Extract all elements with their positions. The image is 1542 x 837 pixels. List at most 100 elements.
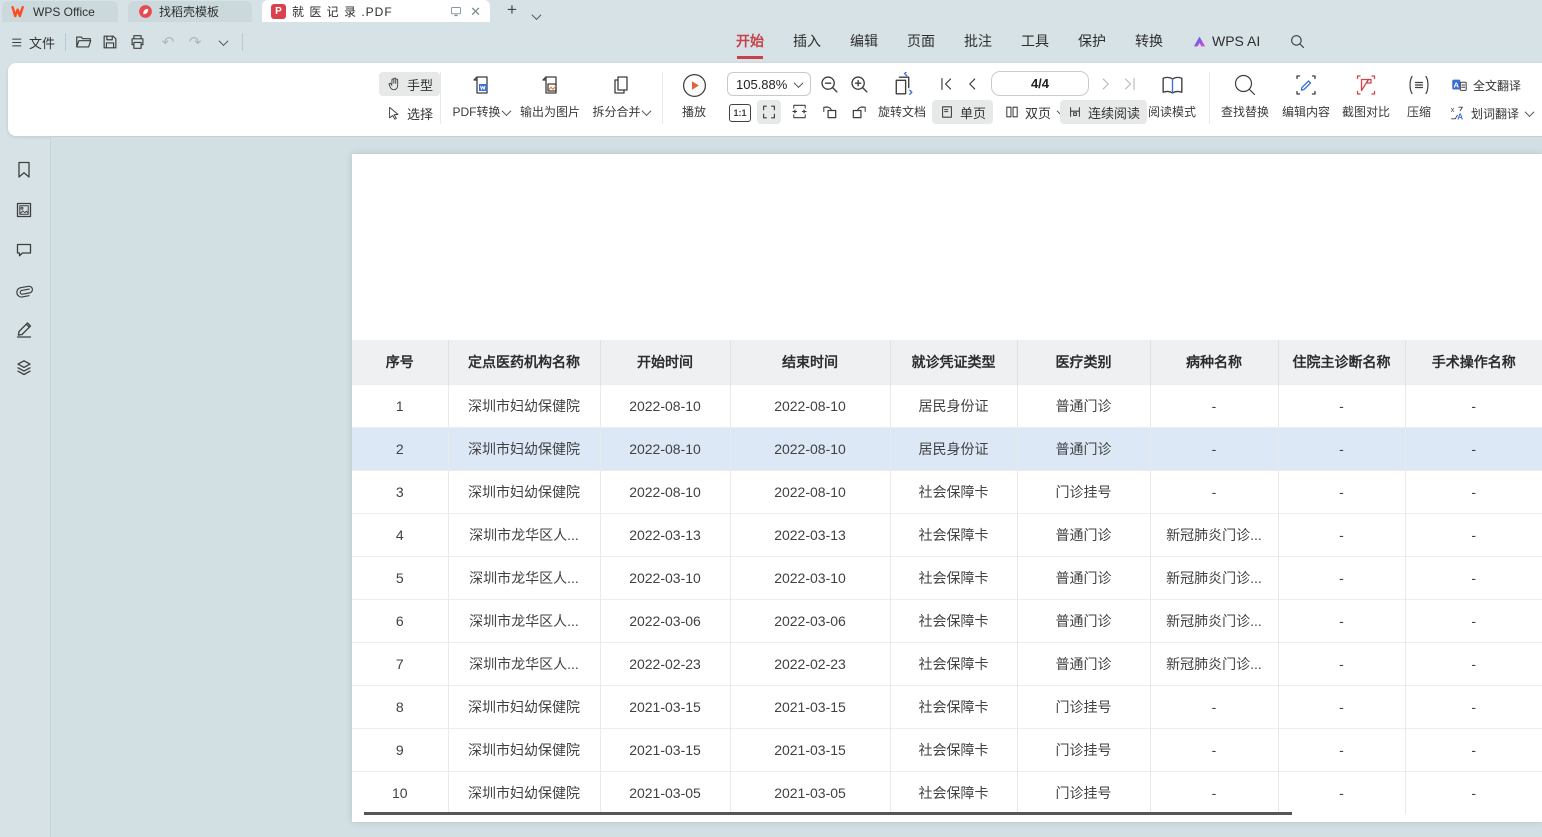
pdf-convert-icon <box>468 70 494 100</box>
table-cell: 2022-03-10 <box>600 557 730 600</box>
screenshot-compare-button[interactable]: 截图对比 <box>1338 70 1394 120</box>
table-cell: - <box>1405 686 1542 729</box>
menu-tab-5[interactable]: 工具 <box>1021 31 1049 51</box>
print-icon[interactable] <box>127 32 147 52</box>
menu-tab-7[interactable]: 转换 <box>1135 31 1163 51</box>
undo-icon[interactable]: ↶ <box>158 32 178 52</box>
next-page-icon[interactable] <box>1097 75 1115 93</box>
hand-tool-button[interactable]: 手型 <box>379 72 440 96</box>
menu-tab-1[interactable]: 插入 <box>793 31 821 51</box>
actual-size-button[interactable]: 1:1 <box>729 104 751 122</box>
previous-page-icon[interactable] <box>963 75 981 93</box>
wps-ai-button[interactable]: WPS AI <box>1192 33 1260 49</box>
attachment-icon[interactable] <box>14 280 34 300</box>
table-cell: 新冠肺炎门诊... <box>1150 600 1278 643</box>
tab-wps-office[interactable]: WPS Office <box>2 1 118 22</box>
page-number-input[interactable]: 4/4 <box>991 71 1089 96</box>
table-cell: 2 <box>352 428 448 471</box>
split-merge-button[interactable]: 拆分合并 <box>583 70 659 120</box>
reading-mode-icon <box>1159 70 1186 100</box>
play-button[interactable]: 播放 <box>672 70 716 120</box>
wps-logo-icon <box>11 4 27 20</box>
menu-tab-3[interactable]: 页面 <box>907 31 935 51</box>
fit-page-icon[interactable] <box>790 102 809 121</box>
menu-tab-6[interactable]: 保护 <box>1078 31 1106 51</box>
compress-button[interactable]: 压缩 <box>1398 70 1440 120</box>
table-cell: - <box>1150 686 1278 729</box>
save-icon[interactable] <box>100 32 120 52</box>
word-translate-button[interactable]: xA 划词翻译 <box>1444 101 1537 125</box>
table-cell: 2021-03-15 <box>600 729 730 772</box>
rotate-right-icon[interactable] <box>850 102 869 121</box>
export-image-button[interactable]: 输出为图片 <box>514 70 586 120</box>
reading-mode-button[interactable]: 阅读模式 <box>1143 70 1201 120</box>
table-cell: 2021-03-05 <box>730 772 890 815</box>
divider <box>242 33 243 51</box>
full-text-translate-icon: A <box>1450 76 1468 94</box>
zoom-out-icon[interactable] <box>819 74 840 95</box>
edit-content-icon <box>1293 70 1319 100</box>
table-header-cell: 定点医药机构名称 <box>448 340 600 385</box>
tab-list-chevron-icon[interactable] <box>531 7 540 25</box>
menu-tab-0[interactable]: 开始 <box>736 31 764 51</box>
tab-docer-templates[interactable]: 找稻壳模板 <box>128 1 252 22</box>
table-cell: 2022-08-10 <box>730 471 890 514</box>
table-cell: 新冠肺炎门诊... <box>1150 514 1278 557</box>
pdf-convert-button[interactable]: PDF转换 <box>448 70 514 120</box>
table-cell: 深圳市龙华区人... <box>448 643 600 686</box>
monitor-icon[interactable] <box>448 3 464 19</box>
table-cell: 2021-03-15 <box>730 686 890 729</box>
close-tab-icon[interactable]: ✕ <box>470 5 481 18</box>
first-page-icon[interactable] <box>937 75 955 93</box>
table-cell: - <box>1278 514 1405 557</box>
table-cell: 新冠肺炎门诊... <box>1150 643 1278 686</box>
svg-text:A: A <box>1457 112 1463 121</box>
signature-icon[interactable] <box>14 320 34 340</box>
chevron-down-icon <box>1525 107 1535 117</box>
single-page-button[interactable]: 单页 <box>932 100 993 124</box>
comment-icon[interactable] <box>14 240 34 260</box>
tab-document-active[interactable]: P 就 医 记 录 .PDF ✕ <box>262 0 490 22</box>
select-tool-button[interactable]: 选择 <box>379 101 440 125</box>
table-cell: 深圳市妇幼保健院 <box>448 686 600 729</box>
file-menu[interactable]: 文件 <box>10 33 55 52</box>
svg-text:A: A <box>1454 80 1460 89</box>
new-tab-button[interactable]: + <box>507 0 517 20</box>
redo-icon[interactable]: ↷ <box>185 32 205 52</box>
cursor-icon <box>386 105 402 121</box>
zoom-in-icon[interactable] <box>849 74 870 95</box>
table-cell: 10 <box>352 772 448 815</box>
zoom-level-dropdown[interactable]: 105.88% <box>727 72 811 96</box>
hamburger-icon <box>10 35 25 50</box>
fit-width-button[interactable] <box>757 100 781 124</box>
open-file-icon[interactable] <box>73 32 93 52</box>
table-cell: 普通门诊 <box>1017 643 1150 686</box>
bookmark-icon[interactable] <box>14 160 34 180</box>
layers-icon[interactable] <box>14 358 34 378</box>
edit-content-button[interactable]: 编辑内容 <box>1278 70 1334 120</box>
table-cell: 2022-03-10 <box>730 557 890 600</box>
continuous-reading-button[interactable]: 连续阅读 <box>1060 100 1147 124</box>
medical-records-table: 序号定点医药机构名称开始时间结束时间就诊凭证类型医疗类别病种名称住院主诊断名称手… <box>352 340 1542 814</box>
table-cell: - <box>1278 772 1405 815</box>
rotate-document-button[interactable]: 旋转文档 <box>874 70 930 120</box>
table-cell: 7 <box>352 643 448 686</box>
thumbnail-icon[interactable] <box>14 200 34 220</box>
svg-text:x: x <box>1451 105 1455 114</box>
customize-quickbar-chevron-icon[interactable] <box>212 32 232 52</box>
table-cell: - <box>1278 428 1405 471</box>
table-cell: - <box>1278 557 1405 600</box>
menu-tab-4[interactable]: 批注 <box>964 31 992 51</box>
menu-tab-2[interactable]: 编辑 <box>850 31 878 51</box>
menu-search-icon[interactable] <box>1289 33 1306 50</box>
rotate-left-icon[interactable] <box>820 102 839 121</box>
last-page-icon[interactable] <box>1121 75 1139 93</box>
divider <box>65 33 66 51</box>
full-text-translate-button[interactable]: A 全文翻译 <box>1446 73 1525 97</box>
zoom-level-value: 105.88% <box>736 77 787 92</box>
divider <box>662 72 663 124</box>
find-replace-label: 查找替换 <box>1221 103 1269 120</box>
find-replace-button[interactable]: 查找替换 <box>1217 70 1273 120</box>
pdf-convert-label: PDF转换 <box>452 103 509 120</box>
table-cell: - <box>1150 428 1278 471</box>
